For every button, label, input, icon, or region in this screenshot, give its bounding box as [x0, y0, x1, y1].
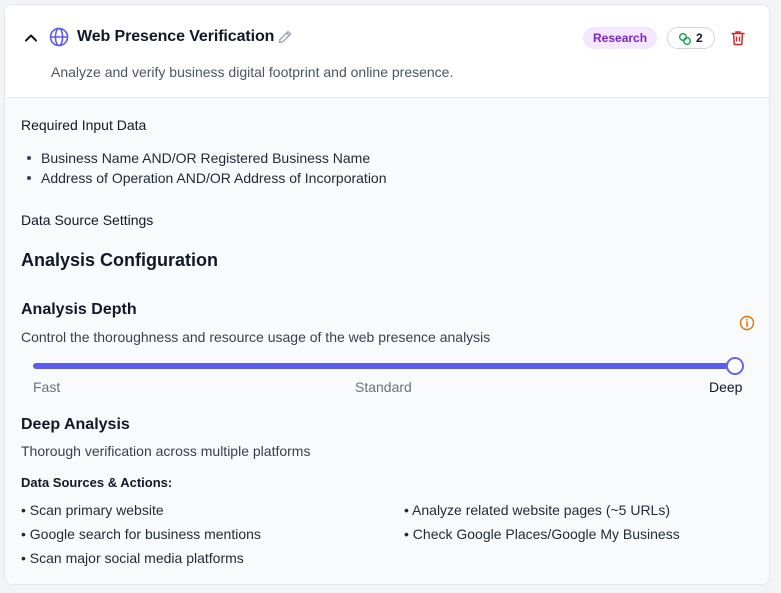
- analysis-depth-slider-fill: [33, 363, 735, 369]
- data-sources-heading: Data Sources & Actions:: [21, 475, 173, 490]
- chevron-up-icon[interactable]: [23, 30, 39, 46]
- action-item: • Analyze related website pages (~5 URLs…: [404, 502, 670, 518]
- deep-analysis-description: Thorough verification across multiple pl…: [21, 443, 311, 459]
- required-input-heading: Required Input Data: [21, 117, 147, 133]
- action-item: • Google search for business mentions: [21, 526, 261, 542]
- list-item: Address of Operation AND/OR Address of I…: [21, 168, 387, 188]
- action-item-text: Scan primary website: [29, 502, 164, 518]
- trash-icon[interactable]: [729, 29, 747, 47]
- analysis-depth-slider-thumb[interactable]: [726, 357, 744, 375]
- action-item-text: Google search for business mentions: [29, 526, 261, 542]
- data-source-settings-heading: Data Source Settings: [21, 212, 154, 228]
- action-item: • Scan primary website: [21, 502, 164, 518]
- required-input-list: Business Name AND/OR Registered Business…: [21, 148, 387, 188]
- analysis-depth-description: Control the thoroughness and resource us…: [21, 329, 491, 345]
- card-description: Analyze and verify business digital foot…: [51, 64, 454, 80]
- action-item-text: Analyze related website pages (~5 URLs): [412, 502, 670, 518]
- card-title: Web Presence Verification: [77, 28, 275, 45]
- pencil-icon[interactable]: [277, 29, 293, 45]
- analysis-configuration-heading: Analysis Configuration: [21, 250, 219, 270]
- web-presence-verification-card: Web Presence Verification Analyze and ve…: [4, 4, 770, 585]
- list-item: Business Name AND/OR Registered Business…: [21, 148, 387, 168]
- analysis-depth-title: Analysis Depth: [21, 301, 137, 318]
- action-item-text: Check Google Places/Google My Business: [412, 526, 680, 542]
- connection-count: 2: [696, 31, 703, 45]
- action-item-text: Scan major social media platforms: [29, 550, 244, 566]
- action-item: • Check Google Places/Google My Business: [404, 526, 680, 542]
- globe-icon: [49, 27, 69, 47]
- depth-label-fast[interactable]: Fast: [33, 379, 60, 395]
- link-icon: [679, 33, 691, 45]
- category-badge: Research: [583, 27, 658, 49]
- connections-button[interactable]: 2: [667, 27, 715, 49]
- info-icon[interactable]: [739, 315, 755, 331]
- action-item: • Scan major social media platforms: [21, 550, 244, 566]
- deep-analysis-title: Deep Analysis: [21, 416, 130, 433]
- card-header: Web Presence Verification Analyze and ve…: [5, 5, 769, 98]
- depth-label-standard[interactable]: Standard: [355, 379, 412, 395]
- depth-label-deep[interactable]: Deep: [709, 379, 742, 395]
